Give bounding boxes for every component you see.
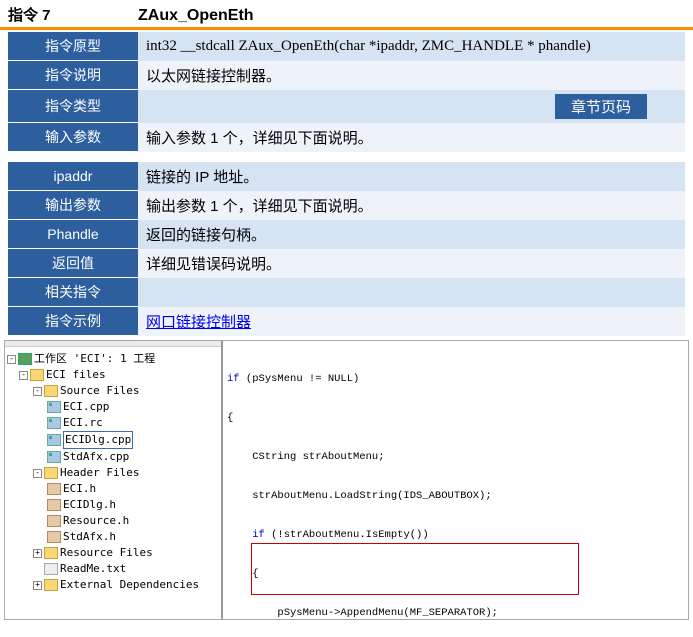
tree-file[interactable]: StdAfx.cpp: [7, 449, 219, 465]
cpp-file-icon: [47, 401, 61, 413]
tree-project[interactable]: -ECI files: [7, 367, 219, 383]
project-icon: [30, 369, 44, 381]
h-file-icon: [47, 515, 61, 527]
txt-file-icon: [44, 563, 58, 575]
tree-file[interactable]: ReadMe.txt: [7, 561, 219, 577]
tree-file[interactable]: ECI.h: [7, 481, 219, 497]
input-label: 输入参数: [8, 123, 138, 152]
output-label: 输出参数: [8, 191, 138, 220]
example-link[interactable]: 网口链接控制器: [146, 314, 251, 331]
type-value: 章节页码: [138, 90, 685, 123]
input-value: 输入参数 1 个，详细见下面说明。: [138, 123, 685, 152]
phandle-value: 返回的链接句柄。: [138, 220, 685, 249]
related-label: 相关指令: [8, 278, 138, 307]
folder-icon: [44, 467, 58, 479]
h-file-icon: [47, 531, 61, 543]
command-number: 指令 7: [8, 4, 138, 25]
proto-value: int32 __stdcall ZAux_OpenEth(char *ipadd…: [138, 32, 685, 61]
type-label: 指令类型: [8, 90, 138, 123]
output-value: 输出参数 1 个，详细见下面说明。: [138, 191, 685, 220]
spec-table-1: 指令原型 int32 __stdcall ZAux_OpenEth(char *…: [8, 32, 685, 152]
related-value: [138, 278, 685, 307]
tree-file-selected[interactable]: ECIDlg.cpp: [7, 431, 219, 449]
project-tree-pane: -工作区 'ECI': 1 工程 -ECI files -Source File…: [5, 341, 223, 619]
h-file-icon: [47, 499, 61, 511]
ipaddr-label: ipaddr: [8, 162, 138, 191]
spec-table-2: ipaddr 链接的 IP 地址。 输出参数 输出参数 1 个，详细见下面说明。…: [8, 162, 685, 336]
tree-folder-resource[interactable]: +Resource Files: [7, 545, 219, 561]
chapter-page-badge[interactable]: 章节页码: [555, 94, 647, 119]
collapse-icon[interactable]: -: [33, 387, 42, 396]
folder-icon: [44, 579, 58, 591]
tree-file[interactable]: Resource.h: [7, 513, 219, 529]
example-value: 网口链接控制器: [138, 307, 685, 336]
tree-file[interactable]: ECI.rc: [7, 415, 219, 431]
tree-workspace[interactable]: -工作区 'ECI': 1 工程: [7, 351, 219, 367]
desc-value: 以太网链接控制器。: [138, 61, 685, 90]
proto-label: 指令原型: [8, 32, 138, 61]
tree-file[interactable]: StdAfx.h: [7, 529, 219, 545]
tree-file[interactable]: ECIDlg.h: [7, 497, 219, 513]
h-file-icon: [47, 483, 61, 495]
rc-file-icon: [47, 417, 61, 429]
expand-icon[interactable]: +: [33, 581, 42, 590]
command-name: ZAux_OpenEth: [138, 7, 254, 25]
command-header: 指令 7 ZAux_OpenEth: [0, 0, 693, 30]
return-label: 返回值: [8, 249, 138, 278]
expand-icon[interactable]: +: [33, 549, 42, 558]
tree-file[interactable]: ECI.cpp: [7, 399, 219, 415]
collapse-icon[interactable]: -: [19, 371, 28, 380]
example-label: 指令示例: [8, 307, 138, 336]
folder-icon: [44, 547, 58, 559]
ide-panel: -工作区 'ECI': 1 工程 -ECI files -Source File…: [4, 340, 689, 620]
phandle-label: Phandle: [8, 220, 138, 249]
code-editor[interactable]: if (pSysMenu != NULL) { CString strAbout…: [223, 341, 688, 619]
collapse-icon[interactable]: -: [33, 469, 42, 478]
folder-icon: [44, 385, 58, 397]
cpp-file-icon: [47, 451, 61, 463]
tree-folder-external[interactable]: +External Dependencies: [7, 577, 219, 593]
collapse-icon[interactable]: -: [7, 355, 16, 364]
tree-folder-header[interactable]: -Header Files: [7, 465, 219, 481]
cpp-file-icon: [47, 434, 61, 446]
ipaddr-value: 链接的 IP 地址。: [138, 162, 685, 191]
tree-folder-source[interactable]: -Source Files: [7, 383, 219, 399]
desc-label: 指令说明: [8, 61, 138, 90]
workspace-icon: [18, 353, 32, 365]
return-value: 详细见错误码说明。: [138, 249, 685, 278]
tree-content: -工作区 'ECI': 1 工程 -ECI files -Source File…: [5, 347, 221, 597]
